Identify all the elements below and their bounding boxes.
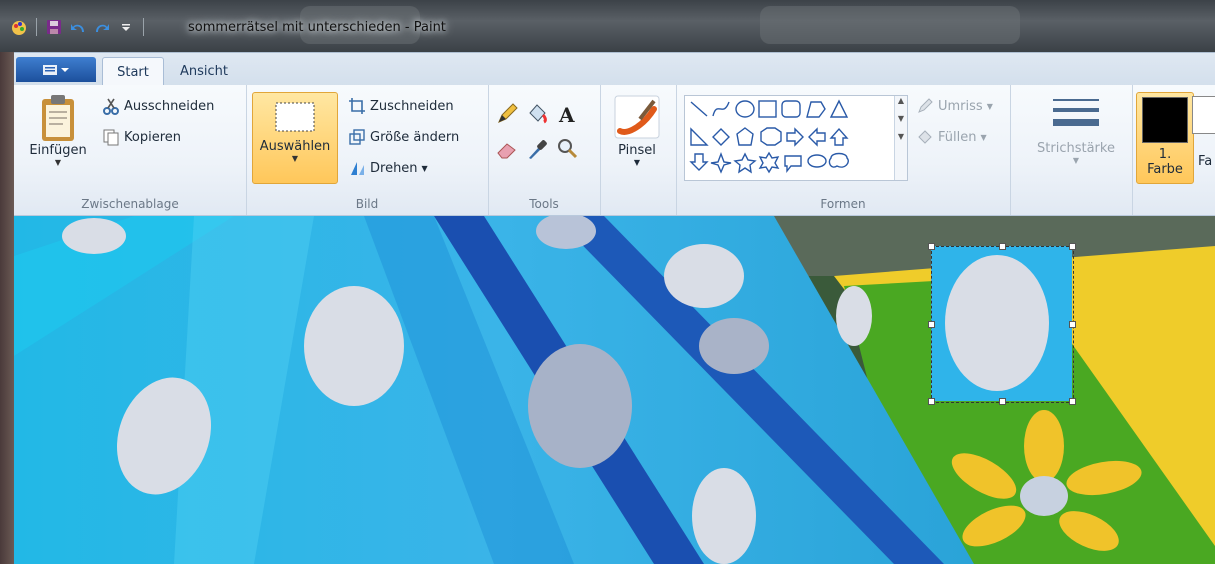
undo-icon[interactable] bbox=[69, 18, 87, 36]
ribbon: Einfügen ▼ Ausschneiden Kopieren Zwische… bbox=[14, 85, 1215, 216]
paste-label: Einfügen bbox=[29, 143, 87, 158]
group-tools: A Tools bbox=[488, 85, 601, 215]
selection-handle[interactable] bbox=[1069, 321, 1076, 328]
rotate-icon bbox=[351, 162, 364, 175]
group-label: Tools bbox=[529, 197, 559, 211]
select-label: Auswählen bbox=[259, 139, 331, 154]
tab-label: Start bbox=[117, 65, 149, 80]
outline-button[interactable]: Umriss ▼ bbox=[916, 97, 993, 115]
background-blur bbox=[760, 6, 1020, 44]
chevron-down-icon: ▼ bbox=[291, 154, 299, 163]
gallery-scroll[interactable]: ▲ ▼ ▼ bbox=[894, 96, 907, 180]
brushes-label: Pinsel bbox=[618, 143, 656, 158]
resize-label: Größe ändern bbox=[370, 129, 460, 145]
clipboard-icon bbox=[42, 95, 74, 141]
fill-bucket-icon bbox=[918, 130, 932, 144]
chevron-down-icon: ▼ bbox=[421, 163, 428, 173]
separator bbox=[36, 18, 37, 36]
chevron-down-icon: ▼ bbox=[986, 101, 993, 111]
drawing-canvas[interactable] bbox=[14, 216, 1215, 564]
text-tool-icon[interactable]: A bbox=[554, 101, 582, 130]
copy-button[interactable]: Kopieren bbox=[102, 128, 181, 146]
color1-swatch bbox=[1142, 97, 1188, 143]
copy-label: Kopieren bbox=[124, 129, 181, 145]
color2-swatch bbox=[1192, 96, 1215, 134]
chevron-down-icon: ▼ bbox=[980, 132, 987, 142]
shapes-icons bbox=[689, 99, 849, 174]
tab-ansicht[interactable]: Ansicht bbox=[169, 57, 239, 86]
select-button[interactable]: Auswählen ▼ bbox=[252, 92, 338, 184]
copy-icon bbox=[103, 129, 119, 146]
redo-icon[interactable] bbox=[93, 18, 111, 36]
crop-label: Zuschneiden bbox=[370, 98, 454, 114]
brushes-button[interactable]: Pinsel ▼ bbox=[606, 95, 668, 167]
size-label: Strichstärke bbox=[1037, 141, 1115, 156]
paste-button[interactable]: Einfügen ▼ bbox=[22, 93, 94, 167]
separator bbox=[143, 18, 144, 36]
title-bar: sommerrätsel mit unterschieden - Paint bbox=[0, 0, 1215, 52]
brush-icon bbox=[614, 95, 660, 139]
fill-bucket-icon[interactable] bbox=[524, 101, 552, 130]
group-colors: 1. Farbe Fa bbox=[1132, 85, 1215, 215]
selection-handle[interactable] bbox=[1069, 243, 1076, 250]
group-label: Zwischenablage bbox=[81, 197, 179, 211]
group-image: Auswählen ▼ Zuschneiden Größe ändern Dre… bbox=[246, 85, 489, 215]
group-brushes: Pinsel ▼ bbox=[600, 85, 677, 215]
color1-label-line1: 1. bbox=[1158, 147, 1172, 162]
scissors-icon bbox=[103, 98, 119, 115]
shapes-gallery[interactable]: ▲ ▼ ▼ bbox=[684, 95, 908, 181]
quick-access-toolbar bbox=[10, 18, 146, 36]
resize-icon bbox=[349, 129, 365, 145]
group-clipboard: Einfügen ▼ Ausschneiden Kopieren Zwische… bbox=[14, 85, 247, 215]
group-label: Bild bbox=[355, 197, 379, 211]
group-label: Formen bbox=[820, 197, 866, 211]
tab-label: Ansicht bbox=[179, 64, 228, 79]
color2-button[interactable]: Fa bbox=[1192, 96, 1215, 169]
cut-label: Ausschneiden bbox=[124, 98, 215, 114]
outline-label: Umriss bbox=[938, 98, 983, 114]
tools-grid: A bbox=[494, 101, 582, 165]
color1-button[interactable]: 1. Farbe bbox=[1136, 92, 1194, 184]
selection-handle[interactable] bbox=[928, 243, 935, 250]
group-shapes: ▲ ▼ ▼ Umriss ▼ Füllen ▼ Formen bbox=[676, 85, 1011, 215]
app-menu-button[interactable] bbox=[16, 57, 96, 82]
customize-qat-icon[interactable] bbox=[117, 18, 135, 36]
window-frame-left bbox=[0, 52, 14, 564]
selection-handle[interactable] bbox=[1069, 398, 1076, 405]
crop-icon bbox=[349, 98, 365, 114]
color1-label-line2: Farbe bbox=[1147, 162, 1183, 177]
line-width-icon bbox=[1053, 99, 1099, 126]
chevron-down-icon: ▼ bbox=[54, 158, 62, 167]
magnifier-icon[interactable] bbox=[554, 136, 582, 165]
svg-text:A: A bbox=[558, 103, 575, 127]
window-title: sommerrätsel mit unterschieden - Paint bbox=[188, 20, 446, 35]
select-rectangle-icon bbox=[275, 102, 315, 132]
fill-button[interactable]: Füllen ▼ bbox=[916, 128, 987, 146]
outline-pencil-icon bbox=[918, 98, 933, 113]
selection-handle[interactable] bbox=[928, 321, 935, 328]
chevron-down-icon: ▼ bbox=[1072, 156, 1080, 165]
color-picker-icon[interactable] bbox=[524, 136, 552, 165]
size-button[interactable]: Strichstärke ▼ bbox=[1030, 95, 1122, 165]
fill-label: Füllen bbox=[938, 129, 977, 145]
rotate-button[interactable]: Drehen ▼ bbox=[348, 159, 428, 177]
group-size: Strichstärke ▼ bbox=[1020, 85, 1133, 215]
ribbon-tab-bar: Start Ansicht bbox=[14, 52, 1215, 87]
color2-label: Fa bbox=[1198, 154, 1213, 169]
crop-button[interactable]: Zuschneiden bbox=[348, 97, 454, 115]
tab-start[interactable]: Start bbox=[102, 57, 164, 87]
pencil-icon[interactable] bbox=[494, 101, 522, 130]
eraser-icon[interactable] bbox=[494, 136, 522, 165]
cut-button[interactable]: Ausschneiden bbox=[102, 97, 214, 115]
resize-button[interactable]: Größe ändern bbox=[348, 128, 459, 146]
rotate-label: Drehen bbox=[370, 160, 418, 176]
chevron-down-icon: ▼ bbox=[633, 158, 641, 167]
save-icon[interactable] bbox=[45, 18, 63, 36]
selection-handle[interactable] bbox=[999, 243, 1006, 250]
selection-handle[interactable] bbox=[999, 398, 1006, 405]
selection-handle[interactable] bbox=[928, 398, 935, 405]
paint-app-icon[interactable] bbox=[10, 18, 28, 36]
selection-rectangle[interactable] bbox=[931, 246, 1074, 403]
